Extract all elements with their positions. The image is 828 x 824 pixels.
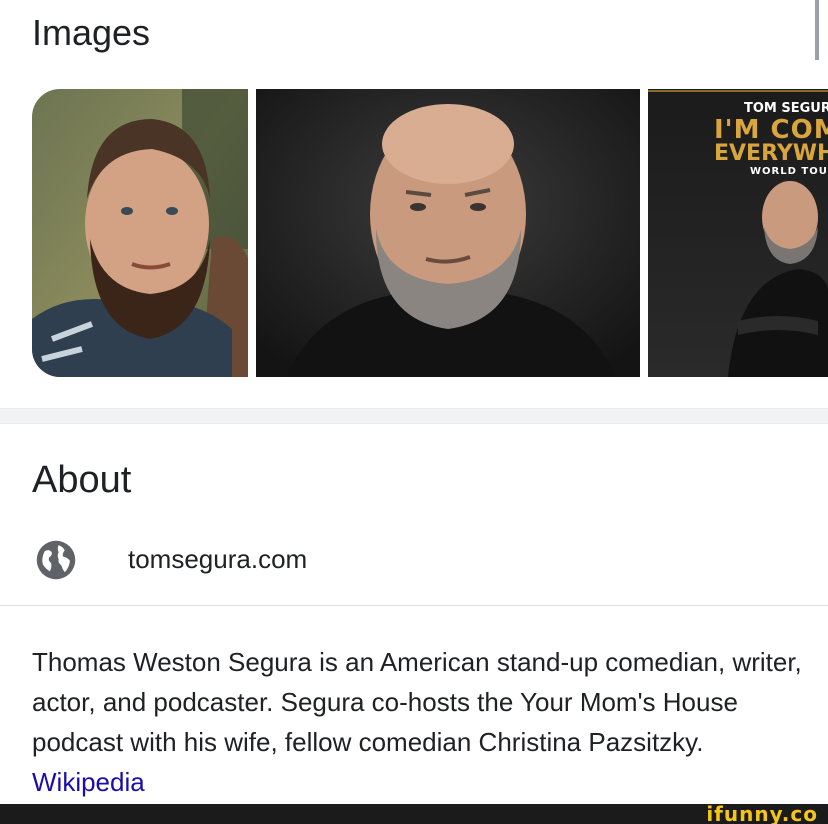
section-divider [0, 408, 828, 424]
scroll-indicator[interactable] [815, 0, 819, 60]
about-section-title: About [32, 459, 132, 501]
about-description: Thomas Weston Segura is an American stan… [32, 642, 812, 802]
row-divider [0, 605, 828, 606]
poster-tour-text: WORLD TOUI [750, 166, 828, 177]
wikipedia-link[interactable]: Wikipedia [32, 767, 145, 797]
image-thumbnail-1[interactable] [32, 89, 248, 377]
image-thumbnail-3[interactable]: TOM SEGUR I'M COMI EVERYWHI WORLD TOUI [648, 89, 828, 377]
poster-headline-line-2: EVERYWHI [714, 141, 828, 166]
website-link[interactable]: tomsegura.com [128, 544, 307, 575]
portrait-image-2 [256, 89, 640, 377]
watermark-bar: ifunny.co [0, 802, 828, 824]
portrait-image-1 [32, 89, 248, 377]
globe-icon [36, 540, 76, 580]
images-section-title: Images [32, 12, 151, 53]
poster-name-text: TOM SEGUR [744, 101, 828, 116]
website-row[interactable]: tomsegura.com [32, 536, 812, 584]
watermark-logo: ifunny.co [706, 802, 818, 824]
image-thumbnail-2[interactable] [256, 89, 640, 377]
description-text: Thomas Weston Segura is an American stan… [32, 647, 802, 757]
